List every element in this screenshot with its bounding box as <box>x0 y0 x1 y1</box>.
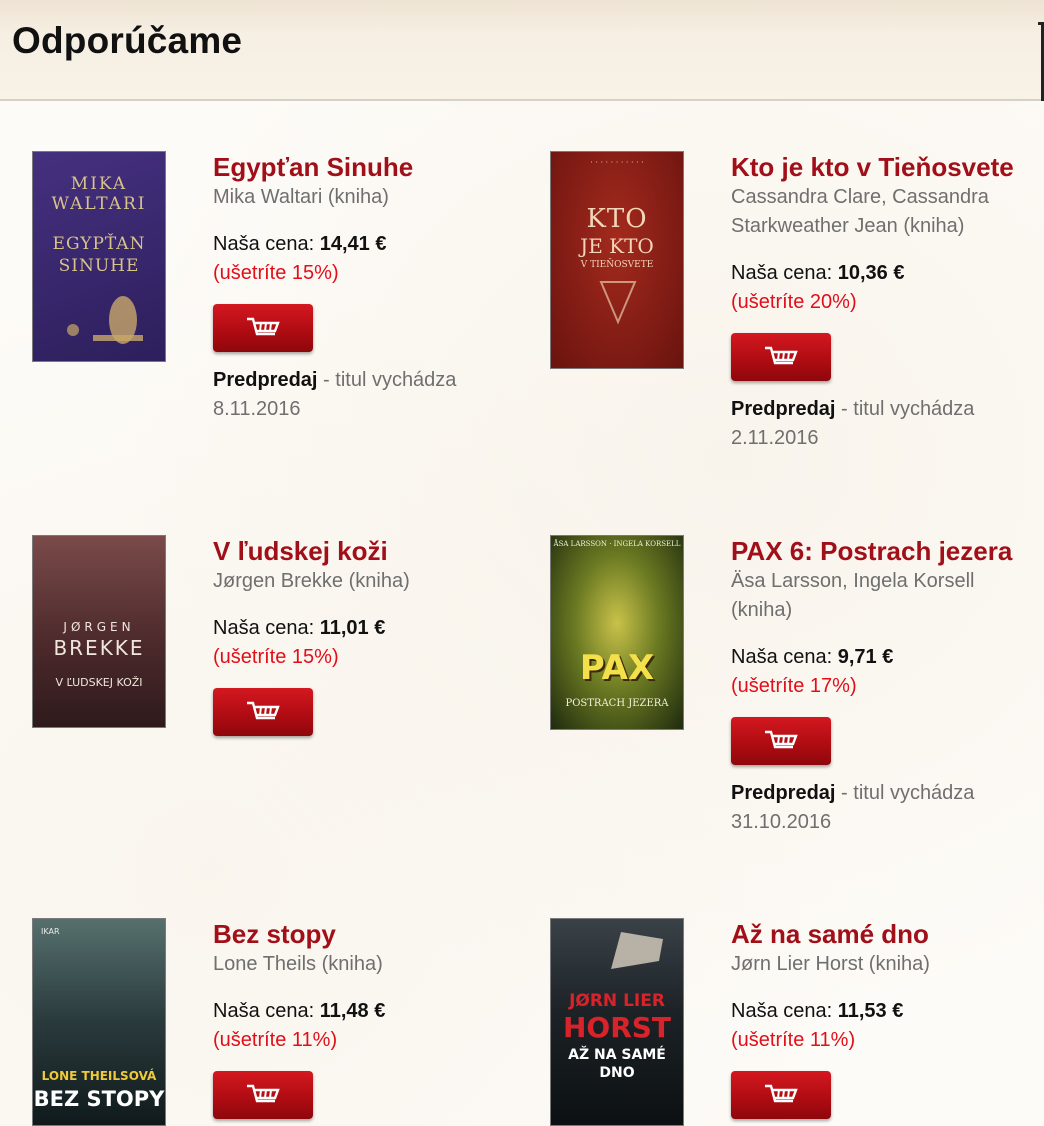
book-title[interactable]: Až na samé dno <box>731 918 1031 950</box>
book-author: Mika Waltari (kniha) <box>213 186 389 208</box>
book-author: Jørn Lier Horst (kniha) <box>731 953 930 975</box>
price: Naša cena: 10,36 € <box>731 262 905 284</box>
recommended-list: MIKA WALTARI EGYPŤAN SINUHE Egypťan Sinu… <box>0 101 1044 1126</box>
book-cover[interactable]: JØRN LIER HORST AŽ NA SAMÉ DNO <box>550 918 684 1126</box>
savings: (ušetríte 11%) <box>731 1029 856 1051</box>
add-to-cart-button[interactable] <box>213 304 313 352</box>
book-info: Až na samé dno Jørn Lier Horst (kniha) N… <box>731 918 1031 1119</box>
preorder-info: Predpredaj - titul vychádza 8.11.2016 <box>213 369 457 420</box>
book-cover[interactable]: MIKA WALTARI EGYPŤAN SINUHE <box>32 151 166 362</box>
shopping-cart-icon <box>247 317 280 336</box>
price: Naša cena: 11,48 € <box>213 1000 386 1022</box>
add-to-cart-button[interactable] <box>731 1071 831 1119</box>
book-cover[interactable]: IKAR LONE THEILSOVÁ BEZ STOPY <box>32 918 166 1126</box>
book-author: Lone Theils (kniha) <box>213 953 383 975</box>
price: Naša cena: 11,01 € <box>213 617 386 639</box>
book-cover[interactable]: JØRGEN BREKKE V ĽUDSKEJ KOŽI <box>32 535 166 728</box>
book-info: Bez stopy Lone Theils (kniha) Naša cena:… <box>213 918 513 1119</box>
shopping-cart-icon <box>765 730 798 749</box>
book-cover[interactable]: ÅSA LARSSON · INGELA KORSELL PAX POSTRAC… <box>550 535 684 730</box>
book-cover[interactable]: · · · · · · · · · · · KTO JE KTO V TIEŇO… <box>550 151 684 369</box>
add-to-cart-button[interactable] <box>731 333 831 381</box>
book-info: Egypťan Sinuhe Mika Waltari (kniha) Naša… <box>213 151 513 424</box>
book-title[interactable]: Kto je kto v Tieňosvete <box>731 151 1031 183</box>
page-title: Odporúčame <box>12 20 243 61</box>
add-to-cart-button[interactable] <box>731 717 831 765</box>
book-author: Cassandra Clare, Cassandra Starkweather … <box>731 186 989 237</box>
book-author: Äsa Larsson, Ingela Korsell (kniha) <box>731 570 975 621</box>
savings: (ušetríte 17%) <box>731 675 857 697</box>
book-info: Kto je kto v Tieňosvete Cassandra Clare,… <box>731 151 1031 453</box>
cover-illustration <box>599 281 637 325</box>
page-header: Odporúčame <box>0 0 1044 102</box>
cover-illustration <box>611 932 663 969</box>
preorder-info: Predpredaj - titul vychádza 31.10.2016 <box>731 782 975 833</box>
savings: (ušetríte 15%) <box>213 262 339 284</box>
book-title[interactable]: Bez stopy <box>213 918 513 950</box>
shopping-cart-icon <box>247 701 280 720</box>
price: Naša cena: 14,41 € <box>213 233 387 255</box>
cover-illustration <box>67 296 143 344</box>
shopping-cart-icon <box>765 346 798 365</box>
shopping-cart-icon <box>765 1084 798 1103</box>
book-author: Jørgen Brekke (kniha) <box>213 570 410 592</box>
price: Naša cena: 11,53 € <box>731 1000 904 1022</box>
add-to-cart-button[interactable] <box>213 1071 313 1119</box>
book-title[interactable]: V ľudskej koži <box>213 535 513 567</box>
book-title[interactable]: PAX 6: Postrach jezera <box>731 535 1031 567</box>
savings: (ušetríte 11%) <box>213 1029 338 1051</box>
savings: (ušetríte 15%) <box>213 646 339 668</box>
book-info: PAX 6: Postrach jezera Äsa Larsson, Inge… <box>731 535 1031 837</box>
preorder-info: Predpredaj - titul vychádza 2.11.2016 <box>731 398 975 449</box>
savings: (ušetríte 20%) <box>731 291 857 313</box>
book-title[interactable]: Egypťan Sinuhe <box>213 151 513 183</box>
add-to-cart-button[interactable] <box>213 688 313 736</box>
price: Naša cena: 9,71 € <box>731 646 894 668</box>
shopping-cart-icon <box>247 1084 280 1103</box>
book-info: V ľudskej koži Jørgen Brekke (kniha) Naš… <box>213 535 513 736</box>
